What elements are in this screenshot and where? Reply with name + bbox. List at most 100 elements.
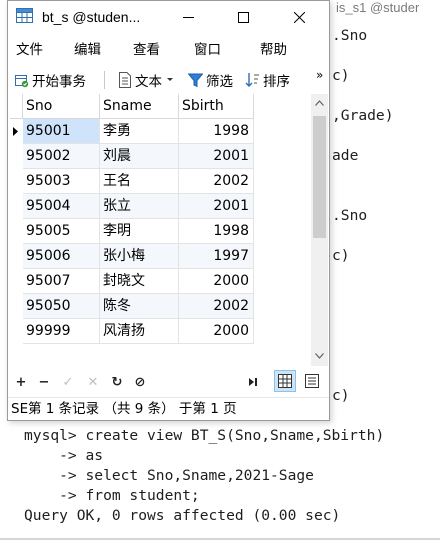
delete-record-button[interactable]: −: [36, 374, 52, 390]
column-header-sno[interactable]: Sno: [23, 94, 100, 119]
cell-sbirth[interactable]: 2000: [179, 269, 254, 294]
discard-changes-button[interactable]: ✕: [85, 374, 101, 390]
scrollbar-thumb[interactable]: [313, 116, 326, 238]
cell-sbirth[interactable]: 1998: [179, 119, 254, 144]
title-bar[interactable]: bt_s @studen...: [8, 1, 329, 33]
status-prefix: SE: [11, 401, 29, 417]
cell-sname[interactable]: 张小梅: [100, 244, 179, 269]
cell-sname[interactable]: 李明: [100, 219, 179, 244]
cell-sbirth[interactable]: 2001: [179, 144, 254, 169]
dropdown-arrow-icon: [167, 78, 173, 81]
cell-sbirth[interactable]: 2002: [179, 169, 254, 194]
add-record-button[interactable]: +: [13, 374, 29, 390]
menu-window[interactable]: 窗口: [194, 41, 221, 59]
cell-sbirth[interactable]: 2001: [179, 194, 254, 219]
row-indicator[interactable]: [10, 169, 22, 194]
row-header-corner: [10, 94, 23, 119]
cell-sbirth[interactable]: 2002: [179, 294, 254, 319]
cell-sno[interactable]: 95004: [23, 194, 100, 219]
text-label: 文本: [135, 74, 162, 90]
row-indicator[interactable]: [10, 294, 22, 319]
skip-end-icon: [249, 378, 257, 386]
cell-sbirth[interactable]: 1997: [179, 244, 254, 269]
begin-transaction-label: 开始事务: [32, 74, 86, 90]
toolbar-separator: [104, 71, 105, 89]
scroll-down-icon: [315, 353, 324, 359]
row-indicator[interactable]: [10, 319, 22, 344]
cell-sbirth[interactable]: 1998: [179, 219, 254, 244]
stop-button[interactable]: ⊘: [132, 374, 148, 390]
apply-changes-button[interactable]: ✓: [60, 374, 76, 390]
text-button[interactable]: 文本: [118, 70, 177, 90]
column-header-sbirth[interactable]: Sbirth: [179, 94, 254, 119]
cell-sno[interactable]: 95005: [23, 219, 100, 244]
cell-sno[interactable]: 95001: [23, 119, 100, 144]
grid-view-button[interactable]: [274, 370, 296, 392]
form-view-icon: [305, 374, 319, 388]
sort-button[interactable]: 排序: [245, 70, 290, 90]
console-line: c): [332, 387, 350, 404]
status-bar: SE 第 1 条记录 （共 9 条） 于第 1 页: [8, 397, 329, 421]
begin-transaction-button[interactable]: 开始事务: [14, 70, 86, 90]
cell-sname[interactable]: 张立: [100, 194, 179, 219]
console-line: c): [332, 247, 350, 264]
row-indicator[interactable]: [10, 244, 22, 269]
menu-edit[interactable]: 编辑: [74, 41, 101, 59]
last-record-button[interactable]: [245, 374, 261, 390]
cell-sname[interactable]: 李勇: [100, 119, 179, 144]
toolbar: 开始事务 文本 筛选 排序 »: [8, 65, 329, 95]
console-command-line: -> from student;: [24, 487, 200, 504]
close-icon: [293, 11, 305, 23]
menu-file[interactable]: 文件: [16, 41, 43, 59]
cell-sbirth[interactable]: 2000: [179, 319, 254, 344]
cell-sno[interactable]: 95002: [23, 144, 100, 169]
maximize-icon: [237, 11, 249, 23]
data-grid: Sno Sname Sbirth 95001 李勇 1998 95002 刘晨 2001 9…: [10, 94, 312, 366]
console-title-fragment: is_s1 @studer: [336, 0, 420, 15]
row-indicator[interactable]: [10, 144, 22, 169]
filter-icon: [188, 73, 203, 87]
row-indicator[interactable]: [10, 119, 22, 144]
record-navigator: + − ✓ ✕ ↻ ⊘: [8, 367, 329, 397]
maximize-button[interactable]: [220, 1, 266, 33]
view-window: bt_s @studen... 文件 编辑 查看 窗口 帮助 开始事务 文本 筛…: [7, 0, 330, 421]
current-row-arrow-icon: [13, 127, 18, 136]
cell-sno[interactable]: 95003: [23, 169, 100, 194]
sort-icon: [245, 73, 259, 87]
console-line: ,Grade): [332, 107, 394, 124]
cell-sno[interactable]: 99999: [23, 319, 100, 344]
cell-sname[interactable]: 王名: [100, 169, 179, 194]
form-view-button[interactable]: [301, 370, 323, 392]
console-line: ade: [332, 147, 359, 164]
document-icon: [119, 72, 131, 88]
minimize-icon: [182, 16, 194, 18]
close-button[interactable]: [276, 1, 322, 33]
cell-sno[interactable]: 95006: [23, 244, 100, 269]
column-header-sname[interactable]: Sname: [100, 94, 179, 119]
console-command-line: -> select Sno,Sname,2021-Sage: [24, 467, 314, 484]
cell-sno[interactable]: 95007: [23, 269, 100, 294]
scroll-up-icon: [315, 100, 324, 106]
toolbar-overflow-button[interactable]: »: [316, 65, 323, 85]
menu-view[interactable]: 查看: [133, 41, 160, 59]
cell-sname[interactable]: 封晓文: [100, 269, 179, 294]
filter-label: 筛选: [206, 74, 233, 90]
row-indicator[interactable]: [10, 194, 22, 219]
console-command-line: -> as: [24, 447, 104, 464]
cell-sname[interactable]: 风清扬: [100, 319, 179, 344]
row-indicator[interactable]: [10, 219, 22, 244]
cell-sname[interactable]: 陈冬: [100, 294, 179, 319]
cell-sno[interactable]: 95050: [23, 294, 100, 319]
record-status-text: 第 1 条记录 （共 9 条） 于第 1 页: [28, 401, 237, 417]
row-indicator[interactable]: [10, 269, 22, 294]
filter-button[interactable]: 筛选: [188, 70, 233, 90]
grid-view-icon: [278, 374, 292, 388]
transaction-icon: [15, 74, 29, 87]
refresh-button[interactable]: ↻: [109, 374, 125, 390]
table-view-icon: [16, 8, 33, 23]
window-title: bt_s @studen...: [42, 9, 141, 25]
cell-sname[interactable]: 刘晨: [100, 144, 179, 169]
menu-help[interactable]: 帮助: [260, 41, 287, 59]
console-line: .Sno: [332, 27, 368, 44]
minimize-button[interactable]: [165, 1, 211, 33]
